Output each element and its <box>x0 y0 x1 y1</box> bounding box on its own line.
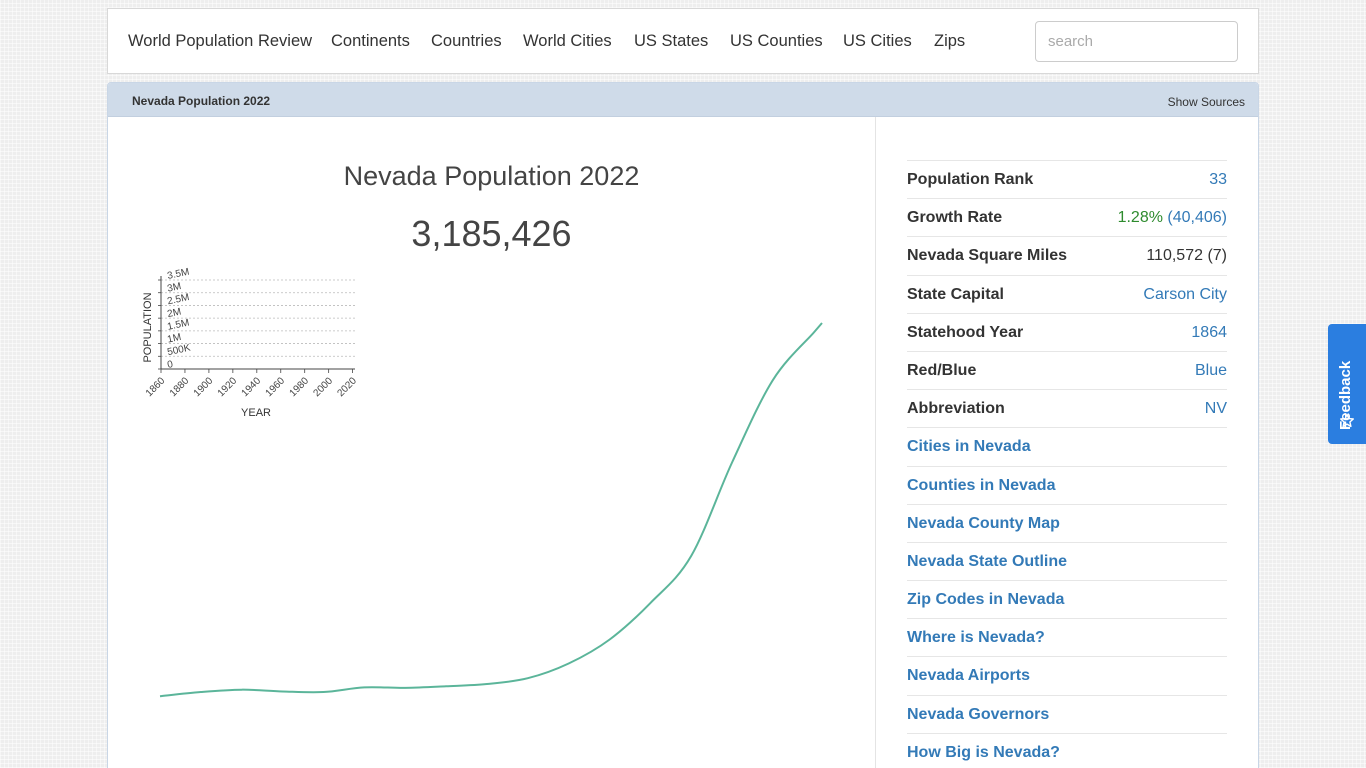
nav-zips-link[interactable]: Zips <box>934 32 965 51</box>
where-is-link[interactable]: Where is Nevada? <box>907 619 1045 657</box>
stat-label: Nevada Square Miles <box>907 247 1068 265</box>
x-axis-label: YEAR <box>241 407 271 419</box>
x-tick-label: 1940 <box>240 375 264 399</box>
population-chart: 0500K1M1.5M2M2.5M3M3.5M1860 1880 1900 1920 1… <box>142 267 823 698</box>
state-outline-link[interactable]: Nevada State Outline <box>907 543 1067 581</box>
stat-row-growth: Growth Rate 1.28% (40,406) <box>907 198 1227 236</box>
growth-pct: 1.28% <box>1117 209 1163 227</box>
link-row: Zip Codes in Nevada <box>907 580 1227 618</box>
growth-value: 1.28% (40,406) <box>1118 199 1227 237</box>
county-map-link[interactable]: Nevada County Map <box>907 505 1060 543</box>
x-tick-label: 1960 <box>264 375 288 399</box>
stat-label: State Capital <box>907 285 1004 303</box>
feedback-button[interactable]: Feedback <box>1328 324 1366 444</box>
cities-link[interactable]: Cities in Nevada <box>907 428 1031 466</box>
x-tick-label: 2020 <box>335 375 359 399</box>
y-tick-label: 2M <box>166 306 182 320</box>
state-panel: Nevada Population 2022 Show Sources Neva… <box>107 82 1259 768</box>
nav-world-cities-link[interactable]: World Cities <box>523 32 612 51</box>
governors-link[interactable]: Nevada Governors <box>907 696 1049 734</box>
zip-codes-link[interactable]: Zip Codes in Nevada <box>907 581 1064 619</box>
nav-continents-link[interactable]: Continents <box>331 32 410 51</box>
link-row: Counties in Nevada <box>907 465 1227 505</box>
stat-label: Population Rank <box>907 171 1034 188</box>
y-tick-label: 3M <box>166 281 182 295</box>
stat-label: Growth Rate <box>907 209 1003 227</box>
nav-countries-link[interactable]: Countries <box>431 32 502 51</box>
search-input[interactable] <box>1035 21 1238 62</box>
how-big-link[interactable]: How Big is Nevada? <box>907 734 1060 768</box>
nav-us-cities-link[interactable]: US Cities <box>843 32 912 51</box>
area-value: 110,572 (7) <box>1146 247 1227 265</box>
x-tick-label: 1920 <box>216 375 240 399</box>
stat-label: Statehood Year <box>907 323 1024 341</box>
capital-link[interactable]: Carson City <box>1143 276 1227 314</box>
stat-row-statehood: Statehood Year 1864 <box>907 312 1227 352</box>
stat-row-abbreviation: Abbreviation NV <box>907 389 1227 427</box>
growth-abs: (40,406) <box>1167 209 1227 227</box>
link-row: Cities in Nevada <box>907 427 1227 465</box>
x-tick-label: 1860 <box>144 375 168 399</box>
stat-row-capital: State Capital Carson City <box>907 274 1227 314</box>
stat-row-rank: Population Rank 33 <box>907 160 1227 198</box>
x-tick-label: 2000 <box>312 375 336 399</box>
abbreviation-link[interactable]: NV <box>1205 390 1227 428</box>
counties-link[interactable]: Counties in Nevada <box>907 467 1055 505</box>
link-row: Nevada Governors <box>907 694 1227 734</box>
x-tick-label: 1980 <box>288 375 312 399</box>
nav-us-counties-link[interactable]: US Counties <box>730 32 823 51</box>
stat-row-area: Nevada Square Miles 110,572 (7) <box>907 236 1227 274</box>
stat-label: Red/Blue <box>907 361 977 379</box>
statehood-link[interactable]: 1864 <box>1191 314 1227 352</box>
link-row: Where is Nevada? <box>907 618 1227 656</box>
link-row: Nevada Airports <box>907 656 1227 694</box>
stat-row-redblue: Red/Blue Blue <box>907 350 1227 390</box>
redblue-link[interactable]: Blue <box>1195 352 1227 390</box>
x-tick-label: 1880 <box>168 375 192 399</box>
population-line <box>159 322 823 698</box>
nav-brand-link[interactable]: World Population Review <box>128 32 312 51</box>
x-tick-label: 1900 <box>192 375 216 399</box>
top-navbar: World Population Review Continents Count… <box>107 8 1259 74</box>
y-axis-label: POPULATION <box>142 292 154 362</box>
link-row: How Big is Nevada? <box>907 732 1227 768</box>
stats-table: Population Rank 33 Growth Rate 1.28% (40… <box>907 160 1227 768</box>
rank-link[interactable]: 33 <box>1209 161 1227 199</box>
show-sources-button[interactable]: Show Sources <box>1168 95 1245 109</box>
star-sparkle-icon <box>1340 413 1354 428</box>
airports-link[interactable]: Nevada Airports <box>907 657 1030 695</box>
column-divider <box>875 117 876 768</box>
y-tick-label: 1M <box>166 332 182 346</box>
link-row: Nevada County Map <box>907 503 1227 543</box>
stat-label: Abbreviation <box>907 400 1005 418</box>
link-row: Nevada State Outline <box>907 541 1227 581</box>
nav-us-states-link[interactable]: US States <box>634 32 708 51</box>
